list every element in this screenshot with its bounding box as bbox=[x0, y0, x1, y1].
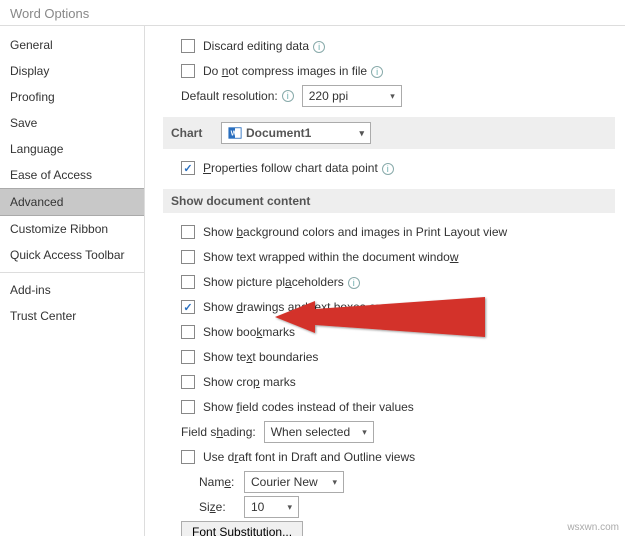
checkbox-show-wrap[interactable] bbox=[181, 250, 195, 264]
dropdown-value: When selected bbox=[271, 425, 350, 439]
chevron-down-icon: ▾ bbox=[322, 477, 337, 488]
label-show-drawings: Show drawings and text boxes on screen bbox=[203, 300, 422, 314]
sidebar-item-general[interactable]: General bbox=[0, 32, 144, 58]
row-use-draft: Use draft font in Draft and Outline view… bbox=[163, 446, 615, 468]
label-do-not-compress: Do not compress images in file bbox=[203, 64, 383, 78]
label-field-shading: Field shading: bbox=[181, 425, 256, 439]
label-show-wrap: Show text wrapped within the document wi… bbox=[203, 250, 458, 264]
sidebar-item-display[interactable]: Display bbox=[0, 58, 144, 84]
row-show-crop: Show crop marks bbox=[163, 371, 615, 393]
watermark: wsxwn.com bbox=[567, 522, 619, 533]
sidebar-item-trust-center[interactable]: Trust Center bbox=[0, 303, 144, 329]
category-sidebar: General Display Proofing Save Language E… bbox=[0, 26, 145, 536]
row-field-shading: Field shading: When selected ▾ bbox=[163, 421, 615, 443]
sidebar-item-ease-of-access[interactable]: Ease of Access bbox=[0, 162, 144, 188]
sidebar-item-language[interactable]: Language bbox=[0, 136, 144, 162]
label-font-size: Size: bbox=[199, 500, 244, 514]
checkbox-show-field-codes[interactable] bbox=[181, 400, 195, 414]
label-show-field-codes: Show field codes instead of their values bbox=[203, 400, 414, 414]
row-show-drawings: Show drawings and text boxes on screen bbox=[163, 296, 615, 318]
word-document-icon: W bbox=[228, 126, 242, 140]
sidebar-item-save[interactable]: Save bbox=[0, 110, 144, 136]
label-show-placeholders: Show picture placeholders bbox=[203, 275, 360, 289]
dropdown-font-size[interactable]: 10 ▾ bbox=[244, 496, 299, 518]
chevron-down-icon: ▾ bbox=[352, 427, 367, 438]
info-icon[interactable] bbox=[371, 66, 383, 78]
row-do-not-compress: Do not compress images in file bbox=[163, 60, 615, 82]
label-default-resolution: Default resolution: bbox=[181, 89, 278, 103]
row-default-resolution: Default resolution: 220 ppi ▾ bbox=[163, 85, 615, 107]
checkbox-show-drawings[interactable] bbox=[181, 300, 195, 314]
sidebar-item-proofing[interactable]: Proofing bbox=[0, 84, 144, 110]
sidebar-item-advanced[interactable]: Advanced bbox=[0, 188, 144, 216]
sidebar-separator bbox=[0, 272, 144, 273]
checkbox-properties-follow[interactable] bbox=[181, 161, 195, 175]
checkbox-show-crop[interactable] bbox=[181, 375, 195, 389]
label-show-crop: Show crop marks bbox=[203, 375, 296, 389]
section-header-document-content: Show document content bbox=[163, 189, 615, 213]
label-show-bg: Show background colors and images in Pri… bbox=[203, 225, 507, 239]
dropdown-value: Courier New bbox=[251, 475, 318, 489]
row-show-bookmarks: Show bookmarks bbox=[163, 321, 615, 343]
dropdown-default-resolution[interactable]: 220 ppi ▾ bbox=[302, 85, 402, 107]
window-title: Word Options bbox=[0, 0, 625, 25]
checkbox-show-bookmarks[interactable] bbox=[181, 325, 195, 339]
dropdown-value: 220 ppi bbox=[309, 89, 348, 103]
checkbox-use-draft[interactable] bbox=[181, 450, 195, 464]
dropdown-value: Document1 bbox=[246, 126, 311, 140]
chart-header-label: Chart bbox=[171, 126, 221, 140]
row-show-placeholders: Show picture placeholders bbox=[163, 271, 615, 293]
row-show-wrap: Show text wrapped within the document wi… bbox=[163, 246, 615, 268]
row-properties-follow: Properties follow chart data point bbox=[163, 157, 615, 179]
chevron-down-icon: ▾ bbox=[349, 128, 364, 139]
dropdown-value: 10 bbox=[251, 500, 264, 514]
dropdown-field-shading[interactable]: When selected ▾ bbox=[264, 421, 374, 443]
row-show-bg: Show background colors and images in Pri… bbox=[163, 221, 615, 243]
svg-text:W: W bbox=[231, 131, 238, 138]
info-icon[interactable] bbox=[382, 163, 394, 175]
options-frame: General Display Proofing Save Language E… bbox=[0, 25, 625, 536]
row-discard-editing: Discard editing data bbox=[163, 35, 615, 57]
sidebar-item-add-ins[interactable]: Add-ins bbox=[0, 277, 144, 303]
checkbox-show-boundaries[interactable] bbox=[181, 350, 195, 364]
row-font-name: Name: Courier New ▾ bbox=[163, 471, 615, 493]
sidebar-item-customize-ribbon[interactable]: Customize Ribbon bbox=[0, 216, 144, 242]
label-font-name: Name: bbox=[199, 475, 244, 489]
label-show-bookmarks: Show bookmarks bbox=[203, 325, 295, 339]
label-discard-editing: Discard editing data bbox=[203, 39, 325, 53]
font-substitution-button[interactable]: Font Substitution... bbox=[181, 521, 303, 536]
label-use-draft: Use draft font in Draft and Outline view… bbox=[203, 450, 415, 464]
section-header-chart: Chart W Document1 ▾ bbox=[163, 117, 615, 149]
chevron-down-icon: ▾ bbox=[380, 91, 395, 102]
options-content: Discard editing data Do not compress ima… bbox=[145, 26, 625, 536]
row-show-field-codes: Show field codes instead of their values bbox=[163, 396, 615, 418]
checkbox-show-bg[interactable] bbox=[181, 225, 195, 239]
checkbox-show-placeholders[interactable] bbox=[181, 275, 195, 289]
row-font-size: Size: 10 ▾ bbox=[163, 496, 615, 518]
row-show-boundaries: Show text boundaries bbox=[163, 346, 615, 368]
info-icon[interactable] bbox=[282, 90, 294, 102]
chevron-down-icon: ▾ bbox=[277, 502, 292, 513]
row-font-substitution: Font Substitution... bbox=[163, 521, 615, 536]
label-properties-follow: Properties follow chart data point bbox=[203, 161, 394, 175]
info-icon[interactable] bbox=[313, 41, 325, 53]
info-icon[interactable] bbox=[348, 277, 360, 289]
checkbox-do-not-compress[interactable] bbox=[181, 64, 195, 78]
dropdown-font-name[interactable]: Courier New ▾ bbox=[244, 471, 344, 493]
checkbox-discard-editing[interactable] bbox=[181, 39, 195, 53]
dropdown-chart-document[interactable]: W Document1 ▾ bbox=[221, 122, 371, 144]
label-show-boundaries: Show text boundaries bbox=[203, 350, 318, 364]
sidebar-item-quick-access-toolbar[interactable]: Quick Access Toolbar bbox=[0, 242, 144, 268]
